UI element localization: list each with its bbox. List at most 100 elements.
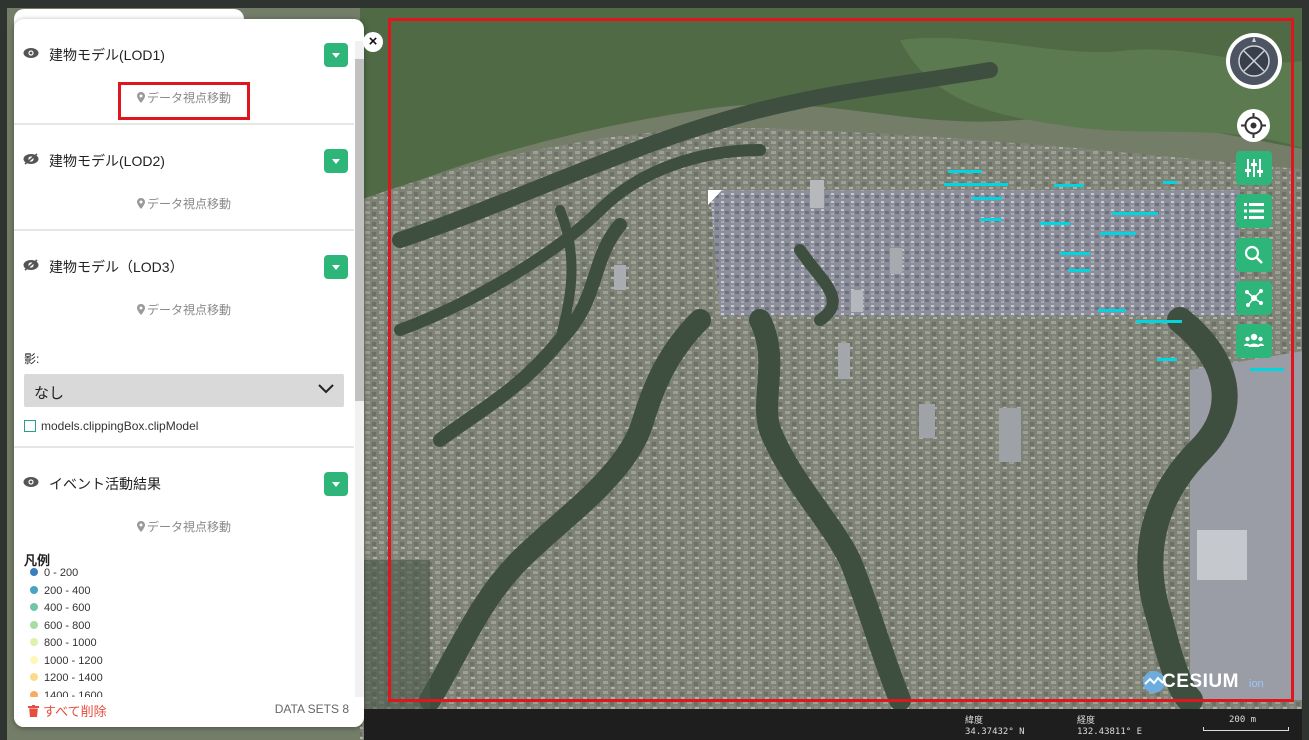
scale-bar xyxy=(1203,727,1289,731)
longitude-value: 132.43811° E xyxy=(1077,727,1143,737)
legend-item: 200 - 400 xyxy=(30,585,90,599)
layer-expand-button[interactable] xyxy=(324,149,348,173)
eye-slash-icon[interactable] xyxy=(23,259,39,271)
legend-item: 0 - 200 xyxy=(30,567,78,581)
map-label-marker[interactable] xyxy=(1040,222,1070,225)
legend-label: 1200 - 1400 xyxy=(44,672,103,684)
legend-label: 800 - 1000 xyxy=(44,637,97,649)
search-icon xyxy=(1244,245,1263,264)
shadow-label: 影: xyxy=(24,352,40,366)
legend-label: 0 - 200 xyxy=(44,567,79,579)
compass-dial xyxy=(1230,37,1278,85)
crosshair-icon xyxy=(1241,113,1266,138)
layer-item-lod2: 建物モデル(LOD2) データ視点移動 xyxy=(14,125,354,231)
legend-label: 600 - 800 xyxy=(44,619,91,632)
layer-title: 建物モデル(LOD1) xyxy=(49,47,165,63)
map-label-marker[interactable] xyxy=(1100,232,1136,235)
map-label-marker[interactable] xyxy=(972,197,1002,200)
layer-title: 建物モデル（LOD3） xyxy=(49,259,184,275)
cesium-brand[interactable]: CESIUM xyxy=(1162,671,1239,693)
longitude-label: 経度 xyxy=(1077,716,1096,726)
latitude-label: 緯度 xyxy=(965,716,984,726)
search-button[interactable] xyxy=(1236,238,1272,272)
highlight-box xyxy=(118,82,250,120)
map-label-marker[interactable] xyxy=(1250,368,1284,371)
legend-color-dot xyxy=(30,603,38,611)
eye-slash-icon[interactable] xyxy=(23,153,39,165)
map-label-marker[interactable] xyxy=(1098,309,1126,312)
map-pin-icon xyxy=(136,521,145,532)
data-viewpoint-move-link[interactable]: データ視点移動 xyxy=(14,195,354,212)
layer-item-lod1: 建物モデル(LOD1) データ視点移動 xyxy=(14,19,354,125)
layer-expand-button[interactable] xyxy=(324,472,348,496)
map-label-marker[interactable] xyxy=(1060,252,1090,255)
legend-item: 800 - 1000 xyxy=(30,637,97,651)
layer-list: 建物モデル(LOD1) データ視点移動 建物モデル(LOD2) データ視点移動 … xyxy=(14,19,354,697)
close-panel-button[interactable]: × xyxy=(363,32,383,52)
share-network-button[interactable] xyxy=(1236,281,1272,315)
map-label-marker[interactable] xyxy=(1054,184,1084,187)
latitude-value: 34.37432° N xyxy=(965,727,1025,737)
clip-model-checkbox[interactable] xyxy=(24,420,36,432)
legend-item: 1400 - 1600 xyxy=(30,689,103,698)
layer-item-lod3: 建物モデル（LOD3） データ視点移動 xyxy=(14,231,354,335)
map-pin-icon xyxy=(136,304,145,315)
cesium-ion-suffix: ion xyxy=(1249,678,1264,690)
delete-all-button[interactable]: すべて削除 xyxy=(28,701,107,720)
layer-title: 建物モデル(LOD2) xyxy=(49,153,165,169)
layer-expand-button[interactable] xyxy=(324,43,348,67)
legend-color-dot xyxy=(30,585,38,594)
map-label-marker[interactable] xyxy=(1068,269,1090,272)
compass-icon[interactable] xyxy=(1226,33,1282,89)
legend-color-dot xyxy=(30,673,38,681)
move-label: データ視点移動 xyxy=(146,197,231,211)
legend-item: 1200 - 1400 xyxy=(30,672,103,686)
legend-color-dot xyxy=(30,638,38,646)
map-label-marker[interactable] xyxy=(1136,320,1182,323)
users-button[interactable] xyxy=(1236,324,1272,358)
map-label-marker[interactable] xyxy=(1112,212,1158,215)
settings-sliders-icon xyxy=(1245,159,1263,177)
layer-expand-button[interactable] xyxy=(324,255,348,279)
share-network-icon xyxy=(1245,289,1263,307)
legend-color-dot xyxy=(30,655,38,664)
list-icon xyxy=(1244,203,1264,219)
legend-label: 1400 - 1600 xyxy=(44,689,103,698)
data-viewpoint-move-link[interactable]: データ視点移動 xyxy=(14,518,354,535)
delete-all-label: すべて削除 xyxy=(43,704,107,719)
map-label-marker[interactable] xyxy=(1157,358,1177,361)
layer-panel: 建物モデル(LOD1) データ視点移動 建物モデル(LOD2) データ視点移動 … xyxy=(14,19,364,727)
data-viewpoint-move-link[interactable]: データ視点移動 xyxy=(14,301,354,318)
legend-item: 1000 - 1200 xyxy=(30,655,103,669)
layer-title: イベント活動結果 xyxy=(49,476,161,492)
locate-icon[interactable] xyxy=(1237,109,1270,142)
map-label-marker[interactable] xyxy=(948,170,982,173)
panel-footer: すべて削除 DATA SETS 8 xyxy=(14,697,364,727)
legend-item: 600 - 800 xyxy=(30,620,90,634)
trash-icon xyxy=(28,705,39,717)
legend-label: 400 - 600 xyxy=(44,602,91,614)
eye-icon[interactable] xyxy=(23,476,39,488)
map-pin-icon xyxy=(136,198,145,209)
datasets-count: DATA SETS 8 xyxy=(274,702,349,716)
legend-color-dot xyxy=(30,568,38,576)
legend-label: 200 - 400 xyxy=(44,584,91,597)
map-label-marker[interactable] xyxy=(1163,181,1177,184)
clip-model-label: models.clippingBox.clipModel xyxy=(41,419,199,433)
map-label-marker[interactable] xyxy=(944,183,1008,186)
legend-item: 400 - 600 xyxy=(30,602,90,616)
map-label-marker[interactable] xyxy=(980,218,1002,221)
eye-icon[interactable] xyxy=(23,47,39,59)
legend-label: 1000 - 1200 xyxy=(44,654,103,667)
chevron-down-icon xyxy=(318,384,334,394)
scrollbar-thumb[interactable] xyxy=(355,59,364,401)
shadow-select[interactable]: なし xyxy=(24,374,344,407)
status-bar: 緯度 34.37432° N 経度 132.43811° E xyxy=(364,709,1309,740)
layer-item-event: イベント活動結果 データ視点移動 xyxy=(14,448,354,552)
settings-sliders-button[interactable] xyxy=(1236,151,1272,185)
shadow-select-value: なし xyxy=(34,385,65,402)
users-icon xyxy=(1244,333,1264,347)
move-label: データ視点移動 xyxy=(146,520,231,534)
scale-label: 200 m xyxy=(1229,715,1257,725)
layer-list-button[interactable] xyxy=(1236,194,1272,228)
